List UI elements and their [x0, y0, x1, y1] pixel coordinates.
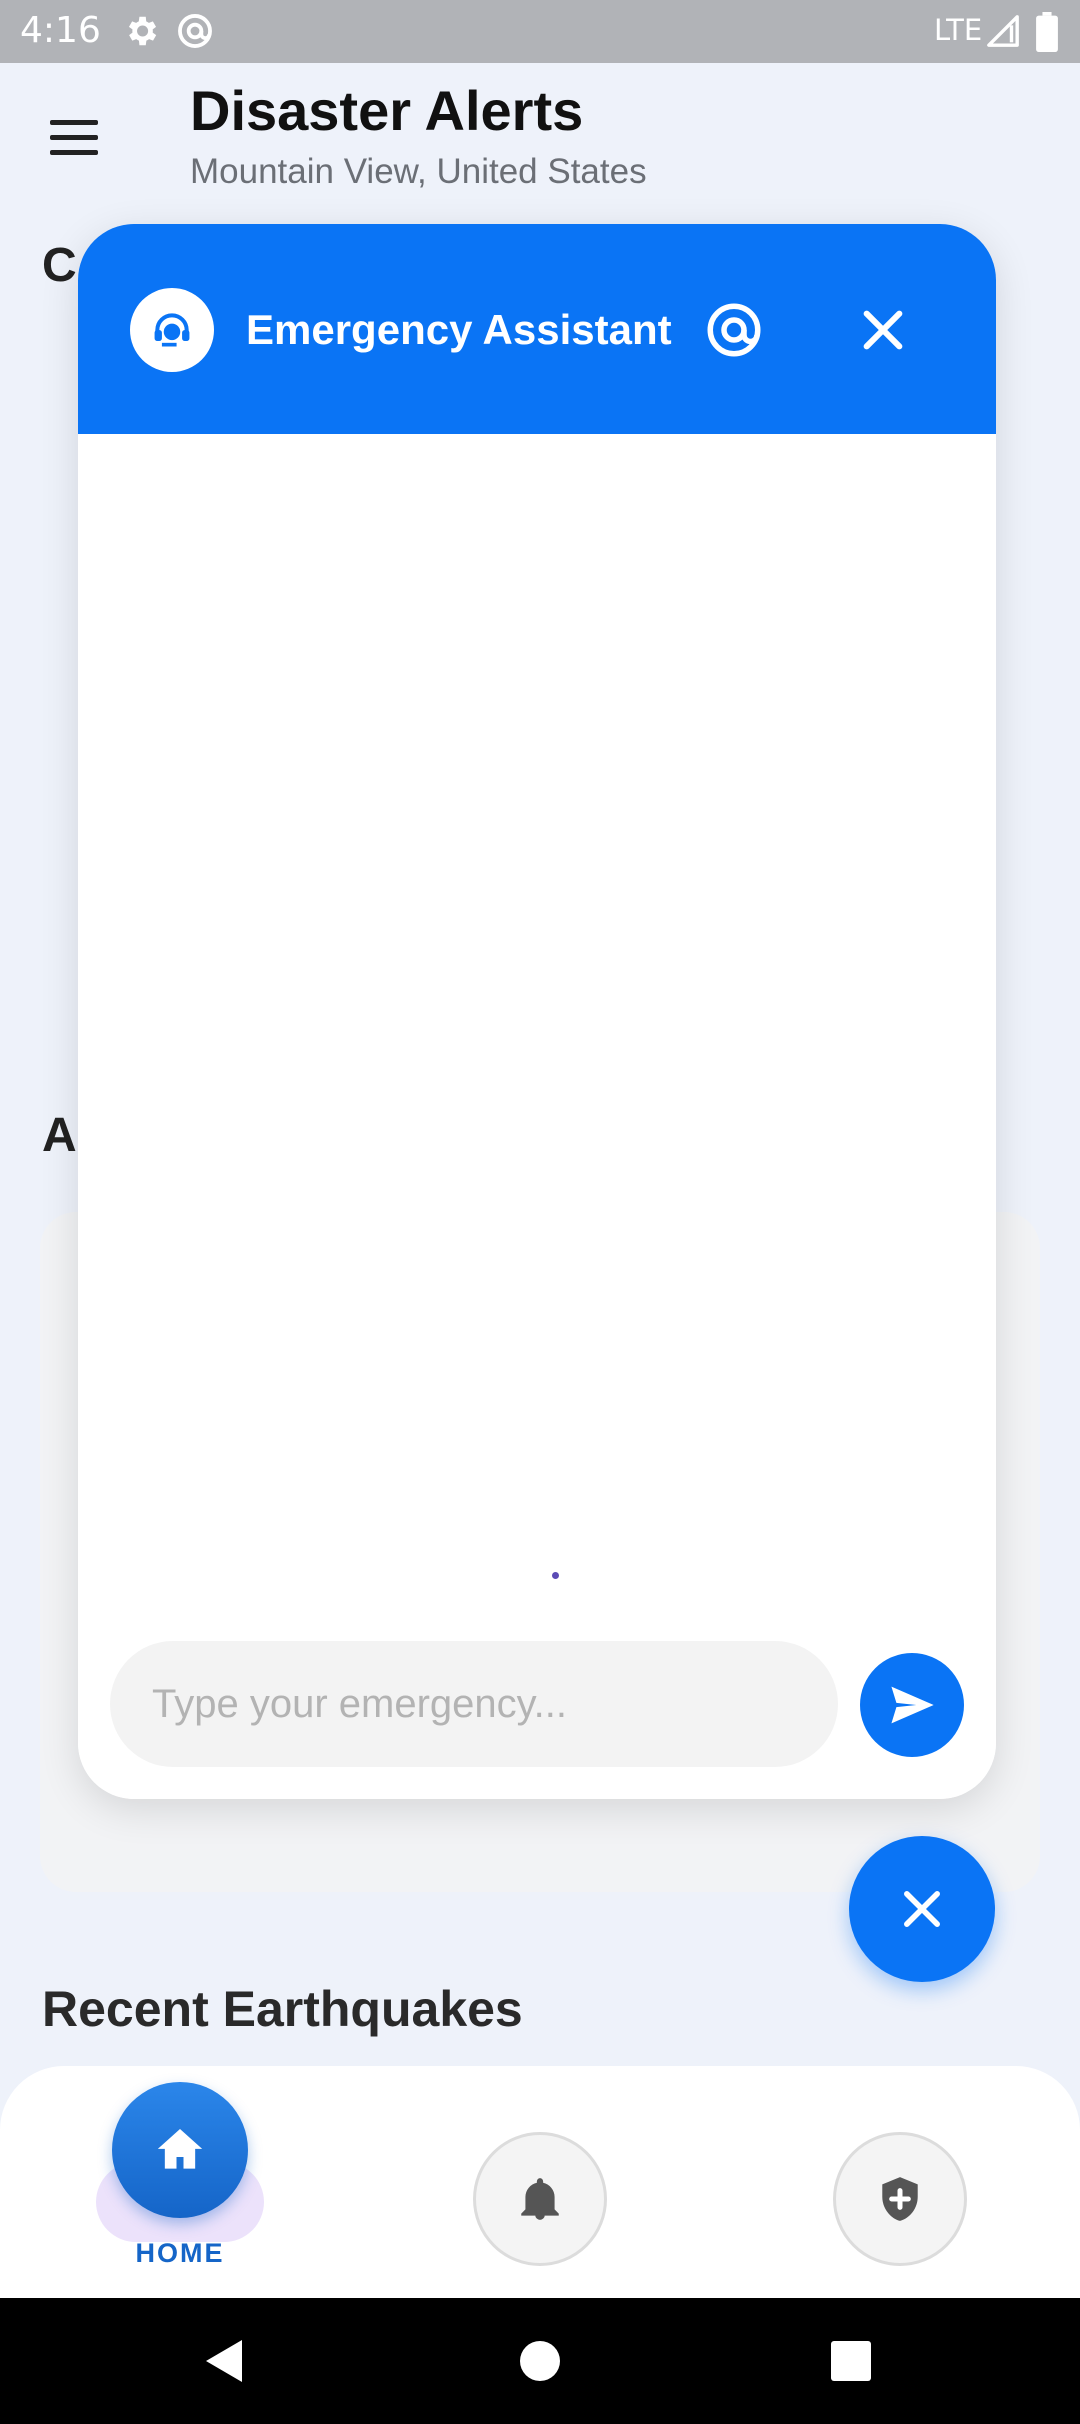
home-icon [157, 2129, 203, 2169]
page-title: Disaster Alerts [190, 79, 584, 142]
section-heading-alerts: A [42, 1109, 77, 1162]
chat-title: Emergency Assistant [246, 306, 672, 353]
shield-plus-icon [882, 2177, 918, 2221]
recents-button[interactable] [816, 2326, 886, 2396]
status-bar: 4:16 LTE [0, 0, 1080, 63]
recents-square-icon [831, 2341, 871, 2381]
nav-safety-button[interactable] [833, 2132, 967, 2266]
location-subtitle: Mountain View, United States [190, 152, 647, 191]
close-assistant-fab[interactable] [849, 1836, 995, 1982]
assistant-avatar [130, 288, 214, 372]
emergency-assistant-panel: Emergency Assistant [78, 224, 996, 1799]
signal-icon [986, 14, 1020, 53]
home-system-button[interactable] [505, 2326, 575, 2396]
close-icon [863, 310, 903, 350]
network-type: LTE [934, 13, 983, 47]
close-icon [904, 1891, 940, 1927]
recent-earthquakes-heading: Recent Earthquakes [42, 1981, 523, 2037]
hamburger-menu-icon [50, 120, 98, 155]
menu-button[interactable] [40, 110, 110, 166]
chat-header: Emergency Assistant [78, 224, 996, 434]
close-chat-button[interactable] [855, 302, 911, 358]
support-agent-icon [154, 313, 190, 347]
mention-button[interactable] [704, 300, 764, 360]
send-button[interactable] [860, 1653, 964, 1757]
nav-alerts-button[interactable] [473, 2132, 607, 2266]
at-sign-icon [707, 303, 761, 357]
nav-home-label: HOME [135, 2238, 225, 2268]
nav-home-button[interactable] [112, 2082, 248, 2218]
chat-input-row [78, 1609, 996, 1799]
battery-icon [1036, 12, 1058, 57]
system-navigation-bar [0, 2298, 1080, 2424]
at-sign-status-icon [176, 12, 214, 55]
settings-icon [122, 12, 160, 55]
back-triangle-icon [206, 2340, 242, 2382]
back-button[interactable] [190, 2326, 260, 2396]
bell-icon [521, 2178, 559, 2220]
home-circle-icon [520, 2341, 560, 2381]
section-heading-current: C [42, 239, 77, 292]
chat-messages-area[interactable] [78, 434, 996, 1609]
send-icon [891, 1686, 934, 1724]
status-time: 4:16 [20, 10, 101, 51]
bottom-navigation: HOME [0, 2066, 1080, 2298]
emergency-message-input[interactable] [110, 1641, 838, 1767]
